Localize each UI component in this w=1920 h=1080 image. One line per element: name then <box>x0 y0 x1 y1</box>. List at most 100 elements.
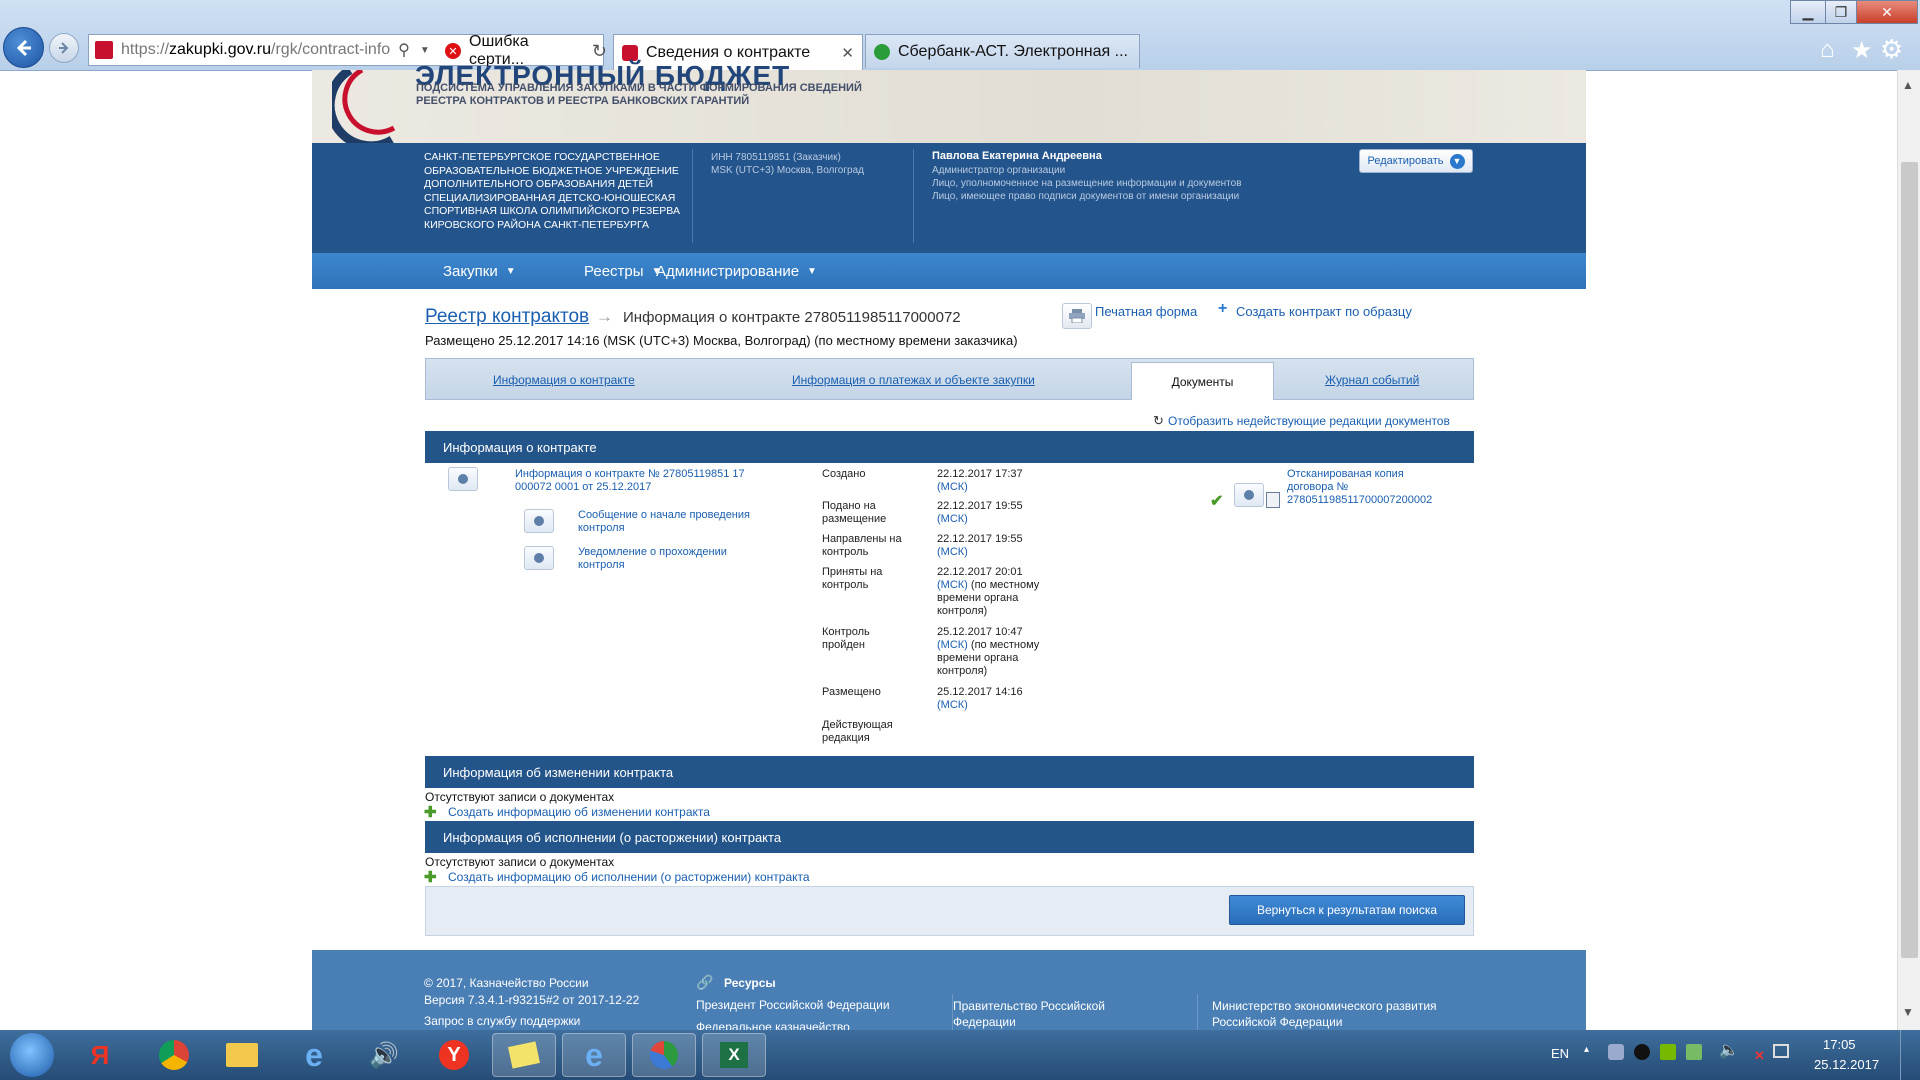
nvidia-icon[interactable] <box>1660 1044 1676 1060</box>
seal-icon <box>524 509 554 533</box>
excel-icon: X <box>720 1042 748 1068</box>
url-prefix: https:// <box>121 41 170 58</box>
settings-gear-icon[interactable]: ⚙ <box>1880 34 1903 65</box>
scroll-down-icon[interactable]: ▼ <box>1902 1005 1914 1019</box>
menu-item-administration[interactable]: Администрирование ▼ <box>656 253 817 289</box>
forward-button[interactable] <box>49 33 79 63</box>
event-date: 22.12.2017 17:37 <box>937 468 1023 480</box>
main-menu: Закупки ▼ Реестры ▼ Администрирование ▼ <box>312 253 1586 289</box>
language-indicator[interactable]: EN <box>1551 1046 1569 1061</box>
back-to-results-button[interactable]: Вернуться к результатам поиска <box>1229 895 1465 925</box>
contract-info-doc-link[interactable]: Информация о контракте № 27805119851 17 … <box>515 468 755 494</box>
control-pass-doc-link[interactable]: Уведомление о прохождении контроля <box>578 546 758 572</box>
url-path: /rgk/contract-info <box>271 41 391 58</box>
event-date: 25.12.2017 10:47 <box>937 626 1023 638</box>
ie-icon: e <box>305 1036 323 1073</box>
footer-link-government[interactable]: Правительство Российской Федерации <box>953 998 1123 1030</box>
user-name: Павлова Екатерина Андреевна <box>932 150 1102 162</box>
yandex-browser-app[interactable]: Я <box>68 1033 132 1077</box>
network-error-icon[interactable]: ✕ <box>1746 1042 1765 1063</box>
minimize-button[interactable]: ▁ <box>1790 0 1826 24</box>
show-inactive-link[interactable]: Отобразить недействующие редакции докуме… <box>1168 414 1450 428</box>
event-tz: (МСК) <box>937 579 968 591</box>
close-window-button[interactable]: ✕ <box>1856 0 1918 24</box>
tab-documents[interactable]: Документы <box>1131 362 1274 400</box>
edit-button[interactable]: Редактировать ▼ <box>1359 149 1473 173</box>
menu-item-registries[interactable]: Реестры ▼ <box>584 253 661 289</box>
monitor-icon[interactable] <box>1773 1044 1789 1058</box>
chrome-app[interactable] <box>142 1033 206 1077</box>
yandex-app[interactable]: Y <box>422 1033 486 1077</box>
tray-expand-icon[interactable]: ▴ <box>1584 1044 1589 1055</box>
menu-item-purchases[interactable]: Закупки ▼ <box>443 253 516 289</box>
section-header-changes: Информация об изменении контракта <box>425 756 1474 788</box>
show-desktop-button[interactable] <box>1900 1030 1920 1080</box>
control-start-doc-link[interactable]: Сообщение о начале проведения контроля <box>578 509 768 535</box>
banner-subtitle-line2: РЕЕСТРА КОНТРАКТОВ И РЕЕСТРА БАНКОВСКИХ … <box>416 95 750 107</box>
tray-app-icon[interactable] <box>1634 1044 1650 1060</box>
vertical-scrollbar[interactable]: ▲ ▼ <box>1897 70 1920 1030</box>
yandex-y-icon: Y <box>439 1040 469 1070</box>
section-header-execution: Информация об исполнении (о расторжении)… <box>425 821 1474 853</box>
tab-event-log[interactable]: Журнал событий <box>1325 373 1419 387</box>
favorites-star-icon[interactable]: ★ <box>1851 36 1873 65</box>
menu-label: Администрирование <box>656 262 800 280</box>
create-execution-info-link[interactable]: Создать информацию об исполнении (о раст… <box>448 870 810 884</box>
clock-time[interactable]: 17:05 <box>1823 1037 1856 1052</box>
close-tab-icon[interactable]: ✕ <box>841 44 854 62</box>
create-change-info-link[interactable]: Создать информацию об изменении контракт… <box>448 805 710 819</box>
media-app[interactable]: 🔊 <box>352 1033 416 1077</box>
dropdown-icon[interactable]: ▼ <box>420 45 430 56</box>
tray-app-icon[interactable] <box>1608 1044 1624 1060</box>
search-icon[interactable]: ⚲ <box>398 40 410 60</box>
folder-icon <box>226 1043 258 1067</box>
refresh-icon[interactable]: ↻ <box>592 41 607 62</box>
org-name: САНКТ-ПЕТЕРБУРГСКОЕ ГОСУДАРСТВЕННОЕ ОБРА… <box>424 151 680 231</box>
site-favicon <box>95 41 113 59</box>
site-favicon <box>622 44 638 61</box>
network-app[interactable] <box>632 1033 696 1077</box>
notes-icon <box>508 1041 540 1069</box>
site-favicon <box>874 43 890 60</box>
back-button[interactable] <box>3 27 44 68</box>
document-icon <box>1266 492 1280 508</box>
url-host: zakupki.gov.ru <box>169 41 272 58</box>
content-tabs: Информация о контракте Информация о плат… <box>425 358 1474 400</box>
explorer-app[interactable] <box>210 1033 274 1077</box>
tab-sberbank-ast[interactable]: Сбербанк-АСТ. Электронная ... <box>865 34 1140 68</box>
print-form-link[interactable]: Печатная форма <box>1095 304 1197 319</box>
volume-icon[interactable]: 🔈 <box>1719 1040 1739 1060</box>
footer-link-ministry[interactable]: Министерство экономического развития Рос… <box>1212 998 1472 1030</box>
event-label: Размещено <box>822 686 881 698</box>
section-header-contract-info: Информация о контракте <box>425 431 1474 463</box>
excel-app[interactable]: X <box>702 1033 766 1077</box>
sticky-notes-app[interactable] <box>492 1033 556 1077</box>
create-by-sample-link[interactable]: Создать контракт по образцу <box>1236 304 1412 319</box>
scan-copy-link[interactable]: Отсканированая копия договора № 27805119… <box>1287 468 1447 507</box>
tab-contract-info[interactable]: Информация о контракте <box>493 373 635 387</box>
chrome-icon <box>159 1040 189 1070</box>
tray-app-icon[interactable] <box>1686 1044 1702 1060</box>
network-icon <box>650 1041 678 1069</box>
footer-link-president[interactable]: Президент Российской Федерации <box>696 998 890 1012</box>
restore-button[interactable]: ❐ <box>1825 0 1857 24</box>
printer-icon[interactable] <box>1062 303 1092 329</box>
breadcrumb-contract-registry[interactable]: Реестр контрактов <box>425 306 589 328</box>
event-tz: (МСК) <box>937 481 968 493</box>
scrollbar-thumb[interactable] <box>1901 162 1918 958</box>
clock-date[interactable]: 25.12.2017 <box>1814 1057 1879 1072</box>
home-icon[interactable]: ⌂ <box>1820 36 1835 64</box>
ie-active-app[interactable]: e <box>562 1033 626 1077</box>
footer-support-link[interactable]: Запрос в службу поддержки <box>424 1014 580 1028</box>
plus-icon: + <box>1218 300 1228 317</box>
chevron-down-icon: ▼ <box>505 265 516 277</box>
start-button[interactable] <box>10 1033 54 1077</box>
user-role-2: Лицо, уполномоченное на размещение инфор… <box>932 178 1242 189</box>
ie-app[interactable]: e <box>282 1033 346 1077</box>
footer-version: Версия 7.3.4.1-r93215#2 от 2017-12-22 <box>424 993 640 1007</box>
seal-icon <box>1234 483 1264 507</box>
menu-label: Реестры <box>584 262 644 280</box>
scroll-up-icon[interactable]: ▲ <box>1902 78 1914 92</box>
breadcrumb-arrow-icon: → <box>596 307 613 326</box>
tab-payments[interactable]: Информация о платежах и объекте закупки <box>792 373 1035 387</box>
